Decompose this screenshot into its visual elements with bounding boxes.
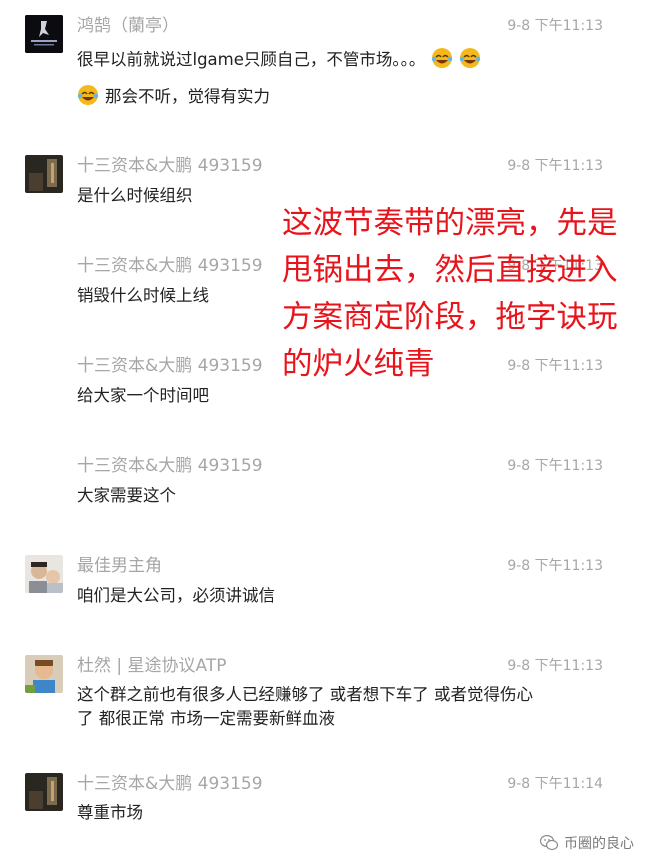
chat-message: 十三资本&大鹏 493159 9-8 下午11:13 大家需要这个 xyxy=(0,450,654,540)
watermark: 币圈的良心 xyxy=(540,833,634,853)
avatar[interactable] xyxy=(25,655,63,693)
wechat-icon xyxy=(540,835,558,851)
timestamp: 9-8 下午11:14 xyxy=(507,776,603,792)
message-line: 那会不听，觉得有实力 xyxy=(105,87,270,106)
sender-name[interactable]: 十三资本&大鹏 493159 xyxy=(77,355,263,377)
sender-name[interactable]: 最佳男主角 xyxy=(77,555,162,577)
message-line: 很早以前就说过lgame只顾自己，不管市场。。。 xyxy=(77,50,426,69)
avatar[interactable] xyxy=(25,555,63,593)
message-text: 给大家一个时间吧 xyxy=(77,386,209,405)
sender-name[interactable]: 杜然 | 星途协议ATP xyxy=(77,655,226,677)
laughing-crying-emoji-icon xyxy=(432,48,453,68)
timestamp: 9-8 下午11:13 xyxy=(507,18,603,34)
timestamp: 9-8 下午11:13 xyxy=(507,558,603,574)
sender-name[interactable]: 十三资本&大鹏 493159 xyxy=(77,455,263,477)
message-text: 大家需要这个 xyxy=(77,486,176,505)
annotation-line: 的炉火纯青 xyxy=(282,347,435,382)
timestamp: 9-8 下午11:13 xyxy=(507,458,603,474)
message-text: 那会不听，觉得有实力 xyxy=(77,83,270,111)
annotation-line: 方案商定阶段，拖字诀玩 xyxy=(282,300,618,335)
annotation-line: 这波节奏带的漂亮，先是 xyxy=(282,206,618,241)
avatar[interactable] xyxy=(25,15,63,53)
laughing-crying-emoji-icon xyxy=(77,85,99,105)
watermark-text: 币圈的良心 xyxy=(564,836,634,852)
sender-name[interactable]: 十三资本&大鹏 493159 xyxy=(77,155,263,177)
message-text: 很早以前就说过lgame只顾自己，不管市场。。。 xyxy=(77,46,481,74)
annotation-line: 甩锅出去，然后直接进入 xyxy=(282,253,618,288)
timestamp: 9-8 下午11:13 xyxy=(507,158,603,174)
avatar[interactable] xyxy=(25,773,63,811)
chat-message: 杜然 | 星途协议ATP 9-8 下午11:13 这个群之前也有很多人已经赚够了… xyxy=(0,650,654,760)
sender-name[interactable]: 鸿鹄（蘭亭） xyxy=(77,15,179,37)
timestamp: 9-8 下午11:13 xyxy=(507,658,603,674)
message-text: 了 都很正常 市场一定需要新鲜血液 xyxy=(77,709,335,728)
chat-message: 最佳男主角 9-8 下午11:13 咱们是大公司，必须讲诚信 xyxy=(0,550,654,640)
laughing-crying-emoji-icon xyxy=(460,48,481,68)
message-text: 咱们是大公司，必须讲诚信 xyxy=(77,586,275,605)
message-text: 尊重市场 xyxy=(77,803,143,822)
sender-name[interactable]: 十三资本&大鹏 493159 xyxy=(77,255,263,277)
message-text: 销毁什么时候上线 xyxy=(77,286,209,305)
chat-message: 鸿鹄（蘭亭） 9-8 下午11:13 很早以前就说过lgame只顾自己，不管市场… xyxy=(0,0,654,140)
avatar[interactable] xyxy=(25,155,63,193)
sender-name[interactable]: 十三资本&大鹏 493159 xyxy=(77,773,263,795)
red-annotation: 这波节奏带的漂亮，先是 甩锅出去，然后直接进入 方案商定阶段，拖字诀玩 的炉火纯… xyxy=(282,200,654,388)
message-text: 是什么时候组织 xyxy=(77,186,193,205)
